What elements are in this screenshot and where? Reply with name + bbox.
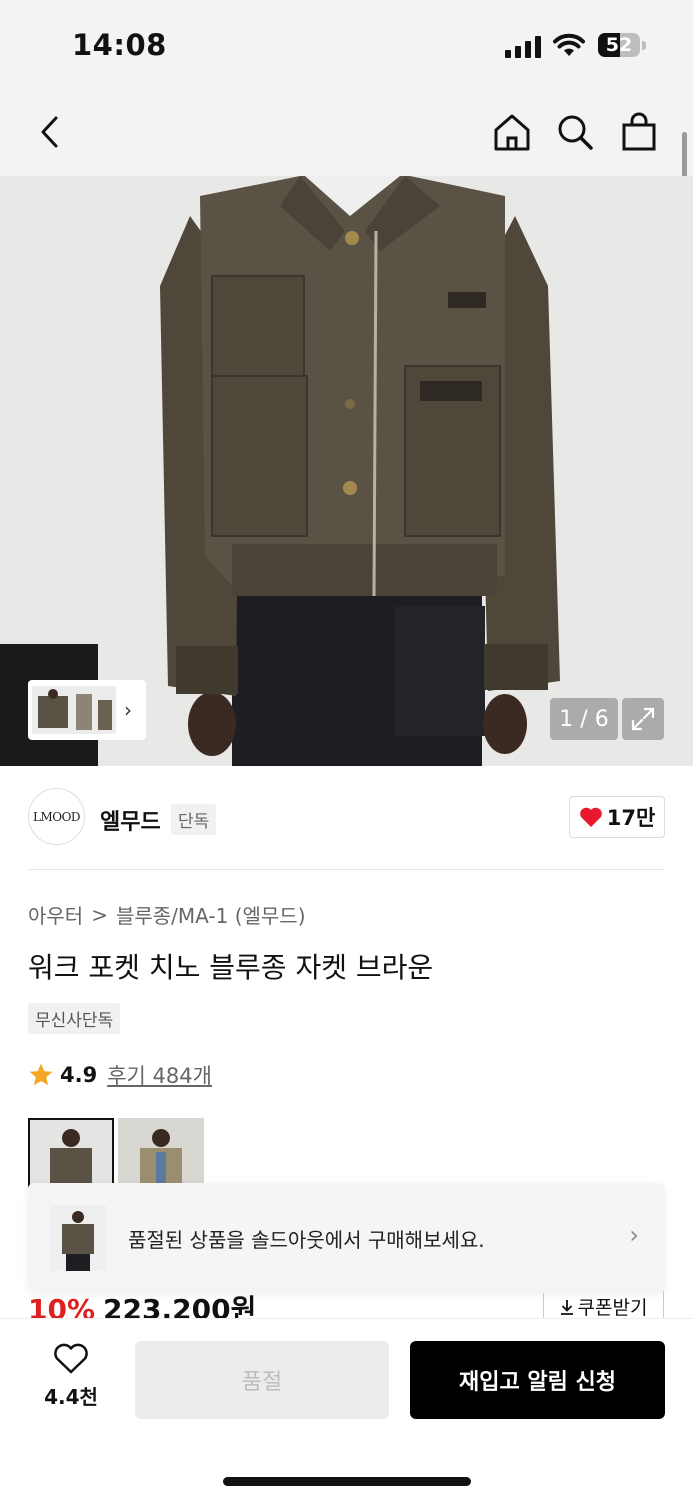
brand-row: LMOOD 엘무드 단독 17만 <box>28 766 665 870</box>
brand-like-count: 17만 <box>606 806 656 830</box>
expand-button[interactable] <box>622 698 664 740</box>
heart-outline-icon <box>54 1343 88 1374</box>
coupon-label: 쿠폰받기 <box>577 1297 648 1319</box>
star-icon <box>29 1063 53 1086</box>
brand-exclusive-tag: 단독 <box>171 804 217 835</box>
home-button[interactable] <box>490 110 534 154</box>
status-time: 14:08 <box>72 28 167 62</box>
nav-bar <box>0 88 693 176</box>
battery-icon: 52 <box>598 33 640 57</box>
cart-button[interactable] <box>617 110 661 154</box>
search-icon <box>558 115 593 150</box>
expand-icon <box>631 707 655 731</box>
wishlist-count: 4.4천 <box>44 1385 98 1409</box>
brand-logo[interactable]: LMOOD <box>28 788 85 845</box>
jacket-photo <box>0 176 693 766</box>
rating: 4.9 후기 484개 <box>28 1060 212 1090</box>
chevron-right-icon: › <box>629 1221 639 1249</box>
soldout-banner-message: 품절된 상품을 솔드아웃에서 구매해보세요. <box>128 1228 485 1252</box>
rating-score: 4.9 <box>60 1063 98 1087</box>
soldout-banner-image <box>50 1205 106 1271</box>
wifi-icon <box>553 33 585 56</box>
back-button[interactable] <box>28 110 72 154</box>
bottom-action-bar: 4.4천 품절 재입고 알림 신청 <box>0 1318 693 1500</box>
brand-name[interactable]: 엘무드 <box>100 804 161 836</box>
soldout-banner[interactable]: 품절된 상품을 솔드아웃에서 구매해보세요. › <box>28 1183 665 1293</box>
home-indicator <box>223 1477 471 1486</box>
restock-alert-button[interactable]: 재입고 알림 신청 <box>410 1341 665 1419</box>
product-image[interactable]: › 1 / 6 <box>0 176 693 766</box>
download-icon <box>560 1299 573 1315</box>
breadcrumb-separator: > <box>91 902 108 927</box>
gallery-thumbnail <box>32 686 116 734</box>
gallery-thumbnail-strip[interactable]: › <box>28 680 146 740</box>
breadcrumb: 아우터 > 블루종/MA-1 (엘무드) <box>28 900 306 929</box>
brand-like-button[interactable]: 17만 <box>569 796 665 838</box>
breadcrumb-subcategory[interactable]: 블루종/MA-1 (엘무드) <box>116 900 306 929</box>
breadcrumb-category[interactable]: 아우터 <box>28 900 83 929</box>
product-title: 워크 포켓 치노 블루종 자켓 브라운 <box>28 951 434 984</box>
status-bar: 14:08 52 <box>0 0 693 88</box>
home-icon <box>494 114 530 151</box>
battery-cap <box>642 41 646 50</box>
signal-icon <box>505 36 541 58</box>
chevron-right-icon: › <box>124 698 132 722</box>
review-count-link[interactable]: 후기 484개 <box>107 1060 212 1090</box>
exclusive-badge: 무신사단독 <box>28 1003 121 1034</box>
search-button[interactable] <box>553 110 597 154</box>
image-counter: 1 / 6 <box>550 698 618 740</box>
battery-level: 52 <box>605 34 633 56</box>
heart-filled-icon <box>579 807 602 827</box>
soldout-button: 품절 <box>135 1341 389 1419</box>
chevron-left-icon <box>41 116 58 148</box>
shopping-bag-icon <box>622 112 656 151</box>
wishlist-button[interactable]: 4.4천 <box>40 1343 102 1410</box>
